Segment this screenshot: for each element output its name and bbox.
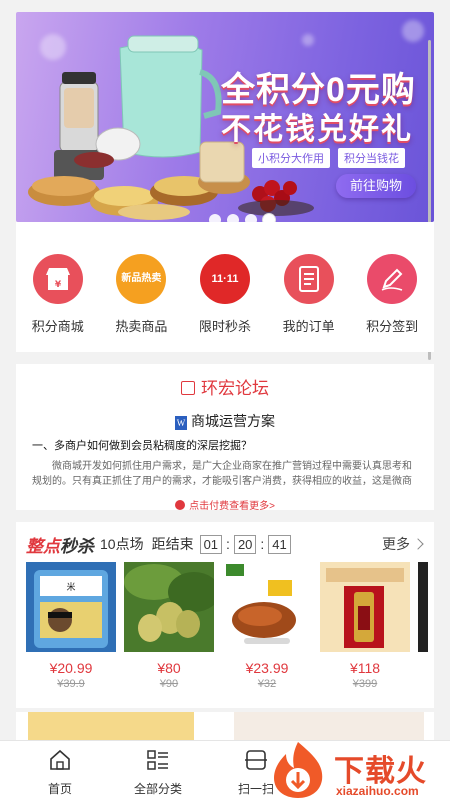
shopping-bag-icon bbox=[181, 381, 195, 395]
carousel-dot-active[interactable] bbox=[263, 214, 275, 222]
forum-card[interactable]: 环宏论坛 W 商城运营方案 一、多商户如何做到会员粘稠度的深层挖掘？ 微商城开发如… bbox=[16, 364, 434, 512]
banner-tag: 小积分大作用 bbox=[252, 148, 330, 168]
countdown-separator: : bbox=[226, 536, 230, 552]
countdown-seconds: 41 bbox=[268, 534, 291, 554]
product-card[interactable]: ¥80 ¥90 bbox=[124, 562, 214, 690]
banner-tag: 积分当钱花 bbox=[338, 148, 405, 168]
carousel-dot[interactable] bbox=[227, 214, 239, 222]
tab-label: 首页 bbox=[47, 782, 72, 796]
quicknav-points-mall[interactable]: ¥ 积分商城 bbox=[20, 254, 96, 352]
forum-doc-title: W 商城运营方案 bbox=[16, 411, 434, 431]
svg-text:¥: ¥ bbox=[55, 280, 62, 290]
banner-headline-secondary: 不花钱兑好礼 bbox=[221, 113, 413, 146]
quick-nav: ¥ 积分商城 新品热卖 热卖商品 11·11 限时秒杀 我的订单 积分签到 bbox=[16, 222, 434, 352]
quicknav-label: 我的订单 bbox=[282, 319, 335, 334]
countdown-label: 距结束 bbox=[151, 536, 194, 552]
quicknav-my-orders[interactable]: 我的订单 bbox=[271, 254, 347, 352]
category-icon bbox=[147, 750, 168, 770]
tab-home[interactable]: 首页 bbox=[20, 741, 100, 800]
flash-sale-header: 整点秒杀 10点场 距结束 01 : 20 : 41 bbox=[26, 532, 291, 557]
chevron-right-icon bbox=[412, 538, 424, 550]
product-card[interactable]: 米 ¥20.99 ¥39.9 bbox=[26, 562, 116, 690]
quicknav-label: 热卖商品 bbox=[115, 319, 168, 334]
forum-header: 环宏论坛 bbox=[16, 364, 434, 399]
lock-icon bbox=[175, 500, 186, 510]
promo-banner[interactable]: 全积分0元购 不花钱兑好礼 小积分大作用 积分当钱花 前往购物 bbox=[16, 12, 434, 222]
carousel-dot[interactable] bbox=[245, 214, 257, 222]
word-doc-icon: W bbox=[175, 416, 187, 430]
double11-glyph: 11·11 bbox=[211, 273, 239, 285]
product-image-duck bbox=[222, 562, 312, 652]
flash-title-a: 整点 bbox=[26, 536, 60, 556]
flame-logo-icon bbox=[274, 742, 323, 798]
countdown-separator: : bbox=[260, 536, 265, 552]
store-icon: ¥ bbox=[32, 254, 83, 304]
product-original-price: ¥39.9 bbox=[57, 678, 85, 690]
banner-tags: 小积分大作用 积分当钱花 bbox=[252, 148, 405, 168]
flash-sale-more-link[interactable]: 更多 bbox=[382, 534, 424, 554]
more-label: 更多 bbox=[382, 536, 410, 552]
product-original-price: ¥32 bbox=[257, 678, 277, 690]
quicknav-sign-in[interactable]: 积分签到 bbox=[354, 254, 430, 352]
watermark-url: xiazaihuo.com bbox=[336, 784, 419, 798]
forum-paid-more-link[interactable]: 点击付费查看更多> bbox=[16, 497, 434, 512]
product-image-partial bbox=[418, 562, 428, 652]
quicknav-flash-sale[interactable]: 11·11 限时秒杀 bbox=[187, 254, 263, 352]
double11-icon: 11·11 bbox=[199, 254, 250, 304]
product-original-price: ¥399 bbox=[352, 678, 378, 690]
svg-text:米: 米 bbox=[66, 581, 75, 593]
product-image-pears bbox=[124, 562, 214, 652]
forum-excerpt: 微商城开发如何抓住用户需求，是广大企业商家在推广营销过程中需要认真思考和规划的。… bbox=[32, 461, 412, 487]
countdown-minutes: 20 bbox=[233, 534, 257, 554]
tab-label: 全部分类 bbox=[133, 782, 182, 796]
product-price: ¥20.99 bbox=[49, 660, 93, 676]
countdown-hours: 01 bbox=[199, 534, 223, 554]
carousel-dot[interactable] bbox=[209, 214, 221, 222]
quicknav-label: 积分商城 bbox=[31, 319, 84, 334]
site-watermark: 下载火 xiazaihuo.com bbox=[262, 738, 450, 800]
quicknav-hot-products[interactable]: 新品热卖 热卖商品 bbox=[103, 254, 179, 352]
quicknav-label: 限时秒杀 bbox=[198, 319, 251, 334]
product-card-partial[interactable] bbox=[418, 562, 428, 690]
order-icon bbox=[283, 254, 334, 304]
go-shopping-button[interactable]: 前往购物 bbox=[336, 174, 416, 198]
flash-sale-title: 整点秒杀 bbox=[26, 532, 94, 557]
flash-sale-section: 整点秒杀 10点场 距结束 01 : 20 : 41 更多 米 ¥20.99 ¥… bbox=[16, 522, 434, 708]
product-price: ¥80 bbox=[157, 660, 181, 676]
product-price: ¥118 bbox=[349, 660, 381, 676]
flash-session: 10点场 bbox=[100, 536, 144, 552]
flash-title-b: 秒杀 bbox=[60, 536, 94, 556]
tab-categories[interactable]: 全部分类 bbox=[118, 741, 198, 800]
hot-tag-glyph: 新品热卖 bbox=[121, 273, 162, 284]
forum-title: 环宏论坛 bbox=[201, 379, 269, 398]
flash-product-list: 米 ¥20.99 ¥39.9 ¥80 ¥90 ¥23.99 ¥32 ¥118 ¥… bbox=[26, 562, 428, 690]
product-price: ¥23.99 bbox=[245, 660, 289, 676]
forum-more-label: 点击付费查看更多> bbox=[189, 501, 275, 512]
product-image-rice: 米 bbox=[26, 562, 116, 652]
teaser-image bbox=[28, 712, 194, 742]
product-card[interactable]: ¥118 ¥399 bbox=[320, 562, 410, 690]
carousel-indicator[interactable] bbox=[209, 214, 275, 222]
quicknav-label: 积分签到 bbox=[366, 319, 419, 334]
bokeh-decoration bbox=[402, 20, 424, 42]
product-card[interactable]: ¥23.99 ¥32 bbox=[222, 562, 312, 690]
doc-title-text: 商城运营方案 bbox=[191, 415, 275, 430]
forum-question: 一、多商户如何做到会员粘稠度的深层挖掘？ bbox=[32, 440, 252, 452]
hot-tag-icon: 新品热卖 bbox=[116, 254, 167, 304]
home-icon bbox=[50, 749, 70, 770]
product-original-price: ¥90 bbox=[159, 678, 179, 690]
product-image-liquor bbox=[320, 562, 410, 652]
sign-in-icon bbox=[367, 254, 418, 304]
